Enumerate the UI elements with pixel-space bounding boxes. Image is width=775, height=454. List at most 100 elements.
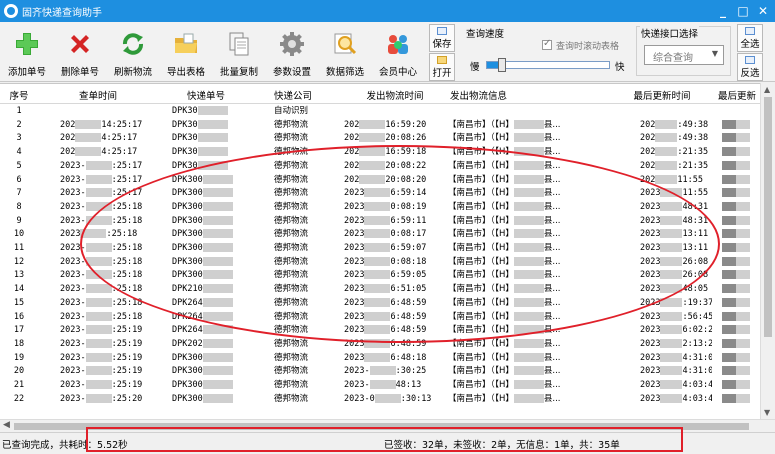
send-info-suffix: 县... [543, 352, 561, 363]
table-row[interactable]: 2 202 14:25:17 DPK30 德邦物流 202 16:59:20 【南昌市】（【H… [0, 119, 760, 131]
cell-send-info: 【南昌市】（【H】 县... [448, 132, 618, 144]
table-row[interactable]: 21 2023-:25:19 DPK300 德邦物流 2023- 48:13 【南昌市】（【… [0, 379, 760, 391]
select-all-button[interactable]: 全选 [737, 24, 763, 52]
update-date: 2023 [640, 338, 661, 349]
redacted-block [722, 393, 736, 403]
cell-last-update [722, 393, 758, 405]
cell-index: 17 [6, 324, 32, 336]
cell-query-time: 202 4:25:17 [60, 146, 152, 158]
row-index: 6 [16, 174, 22, 185]
col-header-courier[interactable]: 快递公司 [268, 88, 318, 102]
redacted-block [722, 243, 736, 252]
table-row[interactable]: 19 2023-:25:19 DPK300 德邦物流 2023 6:48:18 【南昌市】（… [0, 352, 760, 364]
redacted-block [736, 119, 750, 129]
cell-index: 15 [6, 297, 32, 309]
cell-send-info: 【南昌市】（【H】 县... [448, 393, 618, 405]
cell-send-info: 【南昌市】（【H】 县... [448, 379, 618, 391]
query-time: :25:19 [111, 352, 143, 363]
export-table-button[interactable]: 导出表格 [161, 27, 211, 78]
update-time: :56:45 [682, 311, 712, 322]
add-tracking-button[interactable]: 添加单号 [2, 27, 52, 78]
send-info-suffix: 县... [543, 133, 561, 144]
query-time: :25:19 [111, 366, 143, 377]
data-filter-button[interactable]: 数据筛选 [320, 27, 370, 78]
batch-copy-button[interactable]: 批量复制 [214, 27, 264, 78]
query-date: 202 [60, 147, 76, 158]
redacted-block [374, 393, 401, 403]
api-select-dropdown[interactable]: 综合查询 ▼ [644, 45, 724, 65]
scroll-up-icon[interactable]: ▲ [764, 85, 770, 94]
vertical-scrollbar[interactable]: ▲ ▼ [760, 83, 775, 419]
cell-last-update [722, 215, 758, 227]
send-date: 2023-0 [344, 393, 375, 404]
redacted-block [736, 393, 750, 403]
col-header-tracking-no[interactable]: 快递单号 [170, 88, 242, 102]
redacted-block [736, 270, 750, 280]
open-button[interactable]: 打开 [429, 53, 455, 81]
redacted-block [722, 297, 736, 307]
cell-last-update [722, 324, 758, 336]
close-button[interactable]: ✕ [755, 3, 771, 19]
redacted-block [513, 352, 544, 362]
save-label: 保存 [432, 39, 452, 50]
minimize-button[interactable]: _ [715, 3, 731, 19]
annotation-rectangle [86, 427, 683, 452]
cell-courier: 自动识别 [274, 105, 324, 117]
row-index: 16 [13, 311, 25, 322]
open-folder-icon [437, 56, 447, 64]
query-date: 2023- [60, 174, 86, 185]
col-header-last-update-time[interactable]: 最后更新时间 [622, 88, 702, 102]
settings-button[interactable]: 参数设置 [267, 27, 317, 78]
redacted-block [197, 147, 228, 157]
redacted-block [736, 366, 750, 376]
redacted-block [655, 147, 678, 157]
window-title: 固齐快递查询助手 [22, 8, 102, 19]
redacted-block [722, 133, 736, 143]
cell-last-update-time: 202:21:35 [640, 160, 712, 172]
api-selected-value: 综合查询 [653, 53, 693, 64]
col-header-send-info[interactable]: 发出物流信息 [450, 88, 530, 102]
member-center-button[interactable]: 会员中心 [373, 27, 423, 78]
save-button[interactable]: 保存 [429, 24, 455, 52]
table-row[interactable]: 22 2023-:25:20 DPK300 德邦物流 2023-0:30:13 【南昌市】… [0, 393, 760, 405]
send-date: 2023- [344, 366, 370, 377]
row-index: 3 [16, 133, 22, 144]
col-header-index[interactable]: 序号 [8, 88, 30, 102]
col-header-last-update[interactable]: 最后更新 [718, 88, 760, 102]
query-speed-thumb[interactable] [498, 58, 507, 72]
redacted-block [85, 393, 112, 403]
invert-selection-button[interactable]: 反选 [737, 53, 763, 81]
query-time: 4:25:17 [101, 133, 138, 144]
redacted-block [513, 338, 544, 348]
scroll-table-checkbox[interactable] [542, 38, 552, 50]
scroll-left-icon[interactable]: ◀ [3, 420, 10, 430]
table-row[interactable]: 3 202 4:25:17 DPK30 德邦物流 202 20:08:26 【南昌市】（【H】… [0, 132, 760, 144]
cell-last-update-time: 2023:56:45 [640, 311, 712, 323]
table-row[interactable]: 20 2023-:25:19 DPK300 德邦物流 2023-:30:25 【南昌市】（… [0, 365, 760, 377]
redacted-block [736, 229, 750, 239]
query-time: :25:17 [111, 160, 143, 171]
cell-send-time: 2023-0:30:13 [344, 393, 436, 405]
update-time: :49:38 [677, 133, 709, 144]
cell-send-info: 【南昌市】（【H】 县... [448, 352, 618, 364]
col-header-query-time[interactable]: 查单时间 [58, 88, 138, 102]
scroll-down-icon[interactable]: ▼ [764, 408, 770, 417]
cell-tracking-no: DPK202 [172, 338, 242, 350]
plus-icon [16, 33, 38, 55]
redacted-block [660, 380, 683, 389]
vertical-scroll-thumb[interactable] [764, 97, 772, 337]
query-speed-slider[interactable] [486, 58, 610, 72]
redacted-block [513, 393, 544, 403]
table-row[interactable]: 1 DPK30 自动识别 [0, 105, 760, 117]
row-index: 18 [13, 338, 25, 349]
send-info: 【南昌市】（【H】 [448, 133, 514, 144]
query-time: 4:25:17 [101, 147, 138, 158]
update-date: 202 [640, 147, 656, 158]
row-index: 22 [13, 393, 25, 404]
col-header-send-time[interactable]: 发出物流时间 [355, 88, 435, 102]
delete-tracking-button[interactable]: 删除单号 [55, 27, 105, 78]
refresh-logistics-button[interactable]: 刷新物流 [108, 27, 158, 78]
send-info: 【南昌市】（【H】 [448, 352, 514, 363]
cell-query-time: 202 4:25:17 [60, 132, 152, 144]
maximize-button[interactable]: □ [735, 3, 751, 19]
